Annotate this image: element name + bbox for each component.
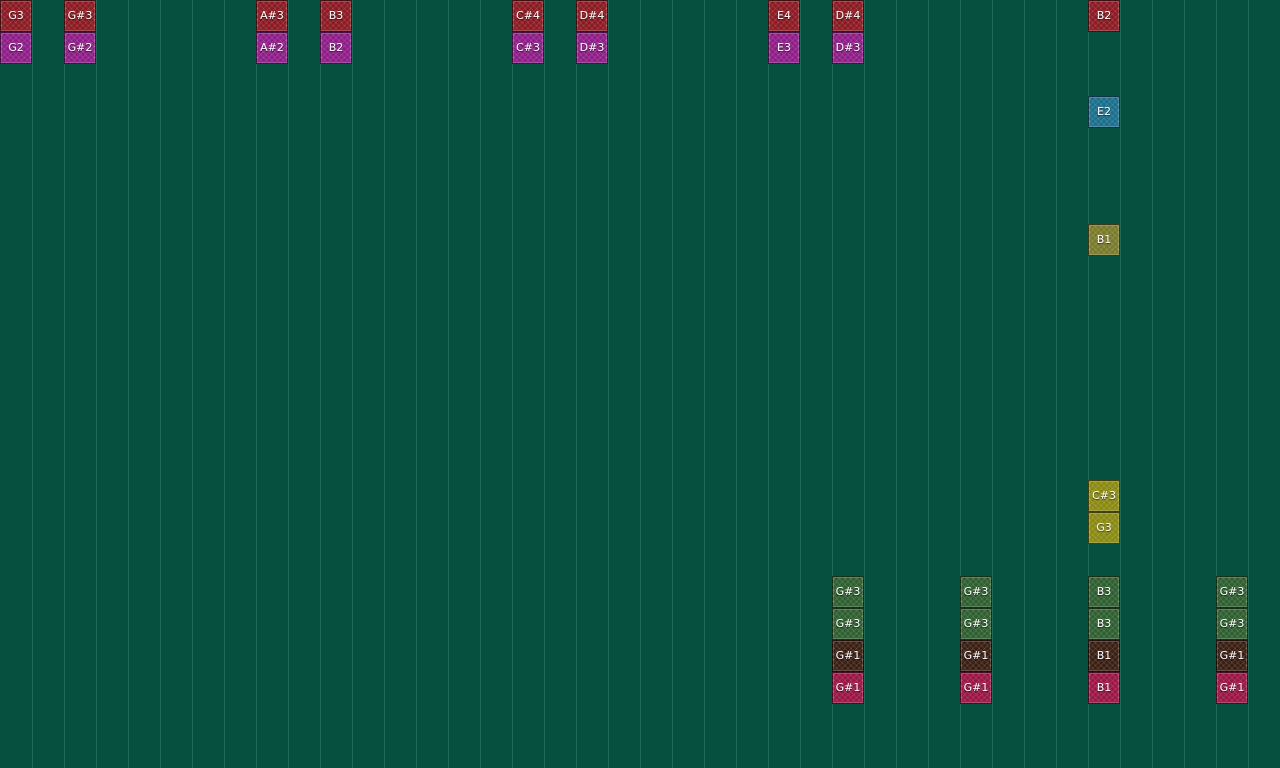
note-block[interactable]: C#3 xyxy=(1088,480,1120,512)
note-block[interactable]: B1 xyxy=(1088,672,1120,704)
note-block[interactable]: G#1 xyxy=(960,640,992,672)
note-block[interactable]: G#2 xyxy=(64,32,96,64)
note-block[interactable]: A#2 xyxy=(256,32,288,64)
note-block[interactable]: C#3 xyxy=(512,32,544,64)
note-block[interactable]: C#4 xyxy=(512,0,544,32)
note-block[interactable]: B1 xyxy=(1088,640,1120,672)
note-block[interactable]: B2 xyxy=(1088,0,1120,32)
note-block[interactable]: G3 xyxy=(0,0,32,32)
note-block[interactable]: G#3 xyxy=(832,576,864,608)
note-block[interactable]: G#1 xyxy=(832,672,864,704)
note-layer: G3 G2 G#3 G#2 A#3 A#2 B3 B2 C#4 C#3 D#4 D#3 E4 E3 D#4 D… xyxy=(0,0,1280,768)
note-block[interactable]: G#3 xyxy=(960,576,992,608)
note-block[interactable]: G#3 xyxy=(960,608,992,640)
note-block[interactable]: G#3 xyxy=(64,0,96,32)
note-block[interactable]: D#4 xyxy=(576,0,608,32)
note-block[interactable]: G#1 xyxy=(832,640,864,672)
note-block[interactable]: G#1 xyxy=(1216,672,1248,704)
note-block[interactable]: B3 xyxy=(1088,608,1120,640)
note-block[interactable]: G#3 xyxy=(832,608,864,640)
note-block[interactable]: E3 xyxy=(768,32,800,64)
note-block[interactable]: B2 xyxy=(320,32,352,64)
note-block[interactable]: D#4 xyxy=(832,0,864,32)
note-block[interactable]: B3 xyxy=(1088,576,1120,608)
note-block[interactable]: B1 xyxy=(1088,224,1120,256)
note-block[interactable]: E2 xyxy=(1088,96,1120,128)
note-block[interactable]: G#3 xyxy=(1216,608,1248,640)
note-block[interactable]: E4 xyxy=(768,0,800,32)
note-block[interactable]: D#3 xyxy=(832,32,864,64)
note-block[interactable]: B3 xyxy=(320,0,352,32)
note-block[interactable]: G#1 xyxy=(960,672,992,704)
note-block[interactable]: G2 xyxy=(0,32,32,64)
note-block[interactable]: D#3 xyxy=(576,32,608,64)
note-block[interactable]: G#1 xyxy=(1216,640,1248,672)
note-block[interactable]: A#3 xyxy=(256,0,288,32)
note-block[interactable]: G#3 xyxy=(1216,576,1248,608)
note-block[interactable]: G3 xyxy=(1088,512,1120,544)
